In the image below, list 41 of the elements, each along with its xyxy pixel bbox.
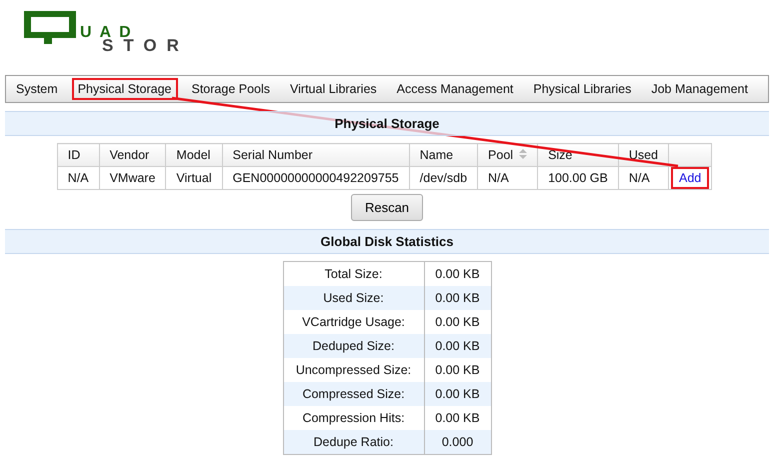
stat-value: 0.00 KB [424,286,491,310]
sort-icon [519,149,528,159]
stat-value: 0.00 KB [424,358,491,382]
rescan-button[interactable]: Rescan [350,194,424,221]
stat-value: 0.00 KB [424,310,491,334]
table-cell: GEN00000000000492209755 [222,166,410,190]
nav-tab[interactable]: Storage Pools [186,78,276,100]
column-header: Name [409,144,478,166]
table-cell: N/A [478,166,538,190]
stat-value: 0.00 KB [424,334,491,358]
column-header: Vendor [99,144,166,166]
logo-text: UAD [80,26,139,39]
stat-label: Dedupe Ratio: [283,430,424,454]
nav-tab[interactable]: System [10,78,64,100]
column-header[interactable]: Pool [478,144,538,166]
add-link[interactable]: Add [671,167,710,189]
stat-label: Used Size: [283,286,424,310]
stat-label: Compressed Size: [283,382,424,406]
column-header: Serial Number [222,144,410,166]
nav-tab[interactable]: Virtual Libraries [284,78,383,100]
nav-tab[interactable]: Physical Storage [72,78,178,100]
table-cell: N/A [618,166,669,190]
logo-q-icon [24,11,76,44]
section-header: Global Disk Statistics [5,229,769,254]
table-cell: N/A [57,166,100,190]
stat-value: 0.00 KB [424,262,491,286]
column-header: ID [57,144,100,166]
table-cell: VMware [99,166,166,190]
nav-tab[interactable]: Job Management [645,78,754,100]
stat-label: Deduped Size: [283,334,424,358]
section-header: Physical Storage [5,111,769,136]
stat-value: 0.000 [424,430,491,454]
nav-tab[interactable]: Physical Libraries [527,78,638,100]
logo-text: STOR [102,39,189,52]
column-header: Model [166,144,222,166]
nav-tab[interactable]: Access Management [390,78,520,100]
stat-value: 0.00 KB [424,382,491,406]
stat-value: 0.00 KB [424,406,491,430]
table-cell: 100.00 GB [538,166,618,190]
table-cell: Virtual [166,166,222,190]
table-cell: /dev/sdb [409,166,478,190]
